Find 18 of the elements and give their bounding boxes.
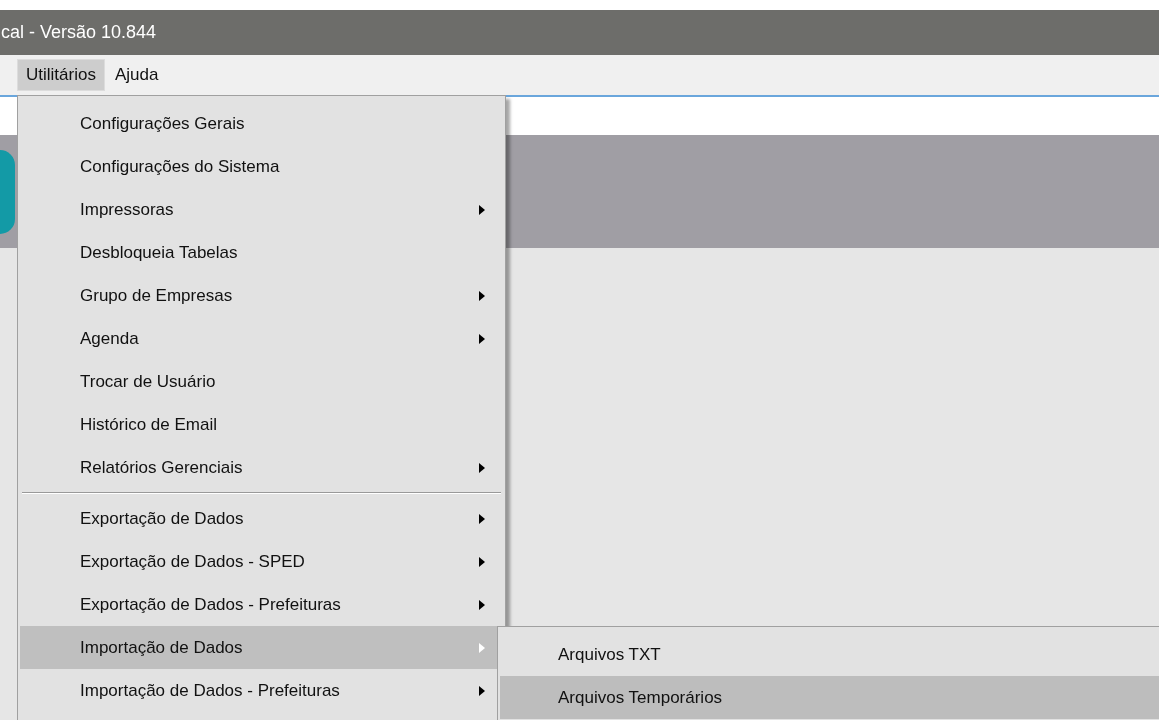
menu-entry[interactable]: Histórico de Email [20, 403, 503, 446]
menu-entry[interactable]: Impressoras [20, 188, 503, 231]
menu-entry[interactable]: Importação de Dados - Prefeituras [20, 669, 503, 712]
menu-entry[interactable]: Arquivos TXT [500, 633, 1159, 676]
window-title: cal - Versão 10.844 [0, 21, 157, 44]
menu-entry[interactable]: Arquivos Temporários [500, 676, 1159, 719]
menu-entry[interactable]: Grupo de Empresas [20, 274, 503, 317]
menu-entry[interactable]: Agenda [20, 317, 503, 360]
menu-entry[interactable]: Desbloqueia Tabelas [20, 231, 503, 274]
menu-entry[interactable]: Exportação de Dados - SPED [20, 540, 503, 583]
menu-item[interactable]: Ajuda [106, 59, 167, 91]
menu-entry[interactable]: Exportação de Dados [20, 497, 503, 540]
menu-item[interactable]: Utilitários [17, 59, 105, 91]
menu-entry[interactable]: Configurações Gerais [20, 102, 503, 145]
menu-entry[interactable]: Trocar de Usuário [20, 360, 503, 403]
menu-entry[interactable]: Configurações do Sistema [20, 145, 503, 188]
menu-entry[interactable]: Relatórios Gerenciais [20, 446, 503, 489]
menu-entry[interactable]: Exportação de Dados - Prefeituras [20, 583, 503, 626]
